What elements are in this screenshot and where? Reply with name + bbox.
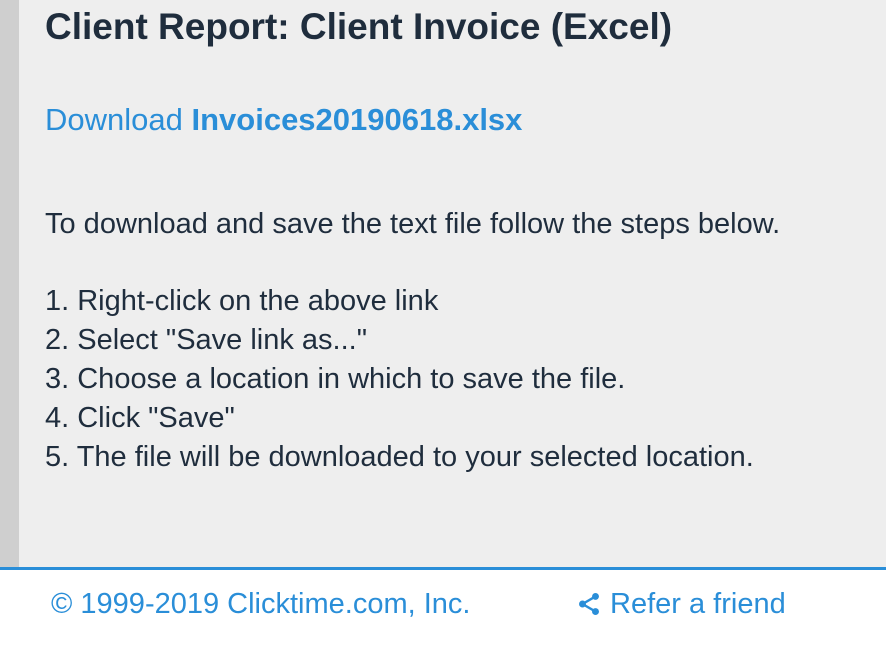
copyright-text: © 1999-2019 Clicktime.com, Inc. [51,588,471,620]
step-item: 5. The file will be downloaded to your s… [45,441,754,473]
instructions-intro: To download and save the text file follo… [45,208,781,240]
main-content-area: Client Report: Client Invoice (Excel) Do… [0,0,886,567]
page: Client Report: Client Invoice (Excel) Do… [0,0,886,662]
footer: © 1999-2019 Clicktime.com, Inc. Refer a … [0,567,886,662]
refer-label: Refer a friend [610,588,786,620]
step-item: 3. Choose a location in which to save th… [45,363,626,395]
left-sidebar-strip [0,0,19,567]
download-line: Download Invoices20190618.xlsx [45,100,522,140]
step-item: 4. Click "Save" [45,402,235,434]
download-file-link[interactable]: Invoices20190618.xlsx [191,102,522,137]
instructions-steps: 1. Right-click on the above link 2. Sele… [45,282,754,477]
step-item: 2. Select "Save link as..." [45,324,368,356]
step-item: 1. Right-click on the above link [45,285,439,317]
refer-a-friend-link[interactable]: Refer a friend [576,584,786,624]
share-icon [579,592,599,616]
page-title: Client Report: Client Invoice (Excel) [45,6,673,47]
download-prefix: Download [45,102,192,137]
